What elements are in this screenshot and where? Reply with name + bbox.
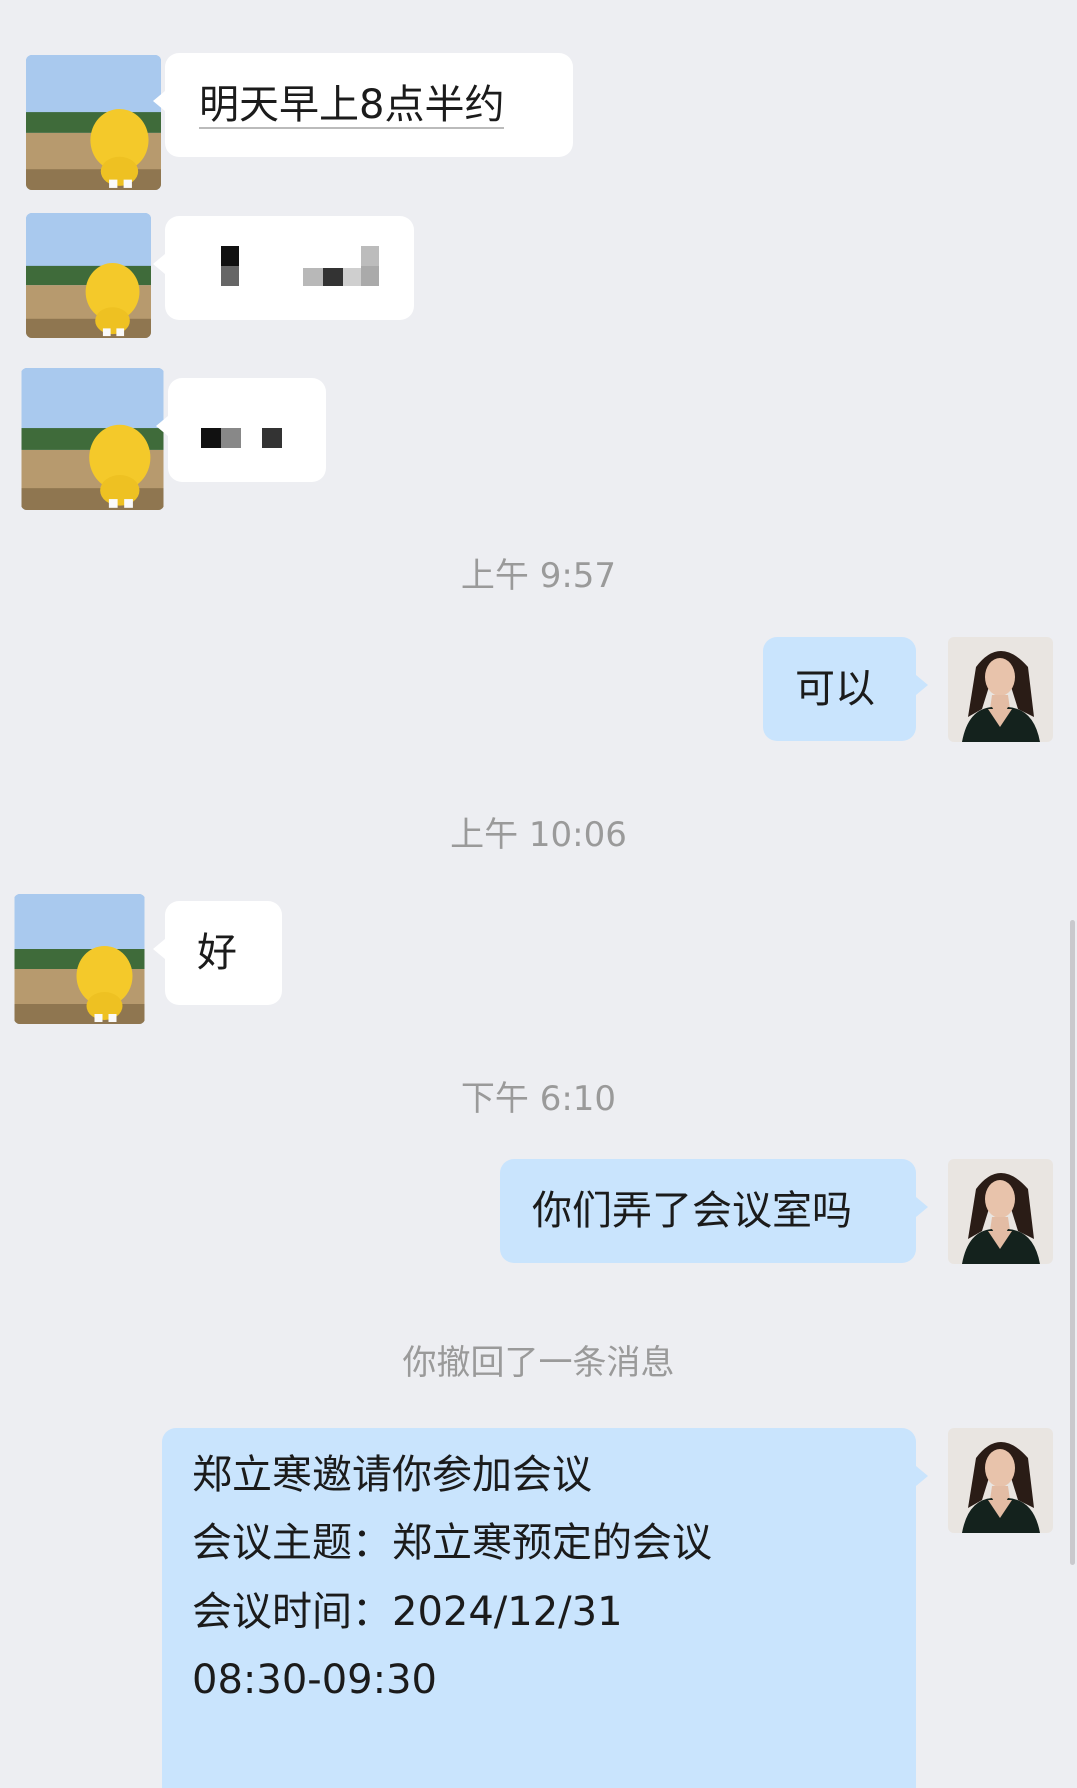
contact-avatar[interactable] — [14, 894, 145, 1024]
contact-avatar[interactable] — [26, 55, 161, 190]
woman-portrait-icon — [948, 1428, 1053, 1533]
self-avatar[interactable] — [948, 1428, 1053, 1533]
yellow-mascot-icon — [26, 213, 151, 338]
message-text: 好 — [197, 930, 237, 976]
invite-time-range: 08:30-09:30 — [192, 1657, 437, 1703]
incoming-message-bubble[interactable]: 好 — [153, 901, 282, 1005]
outgoing-message-bubble[interactable]: 你们弄了会议室吗 — [500, 1159, 928, 1263]
message-text: 可以 — [795, 666, 875, 712]
incoming-message-bubble[interactable] — [153, 216, 414, 320]
invite-time: 会议时间：2024/12/31 — [192, 1589, 623, 1635]
yellow-mascot-icon — [26, 55, 161, 190]
incoming-message-bubble[interactable] — [156, 378, 326, 482]
pixelated-content — [201, 428, 282, 448]
self-avatar[interactable] — [948, 637, 1053, 742]
incoming-message-bubble[interactable]: 明天早上8点半约 — [153, 53, 573, 157]
yellow-mascot-icon — [14, 894, 145, 1024]
pixelated-content — [221, 246, 379, 286]
message-text: 你们弄了会议室吗 — [532, 1188, 852, 1234]
invite-topic: 会议主题：郑立寒预定的会议 — [192, 1520, 712, 1566]
yellow-mascot-icon — [21, 368, 164, 510]
message-text: 明天早上8点半约 — [199, 82, 505, 129]
contact-avatar[interactable] — [26, 213, 151, 338]
contact-avatar[interactable] — [21, 368, 164, 510]
woman-portrait-icon — [948, 1159, 1053, 1264]
outgoing-message-bubble[interactable]: 可以 — [763, 637, 928, 741]
invite-title: 郑立寒邀请你参加会议 — [192, 1452, 592, 1498]
timestamp: 下午 6:10 — [460, 1079, 617, 1119]
scrollbar[interactable] — [1070, 920, 1075, 1565]
woman-portrait-icon — [948, 637, 1053, 742]
meeting-invite-bubble[interactable]: 郑立寒邀请你参加会议 会议主题：郑立寒预定的会议 会议时间：2024/12/31… — [162, 1428, 928, 1788]
self-avatar[interactable] — [948, 1159, 1053, 1264]
timestamp: 上午 10:06 — [450, 815, 627, 855]
recall-notice: 你撤回了一条消息 — [402, 1343, 675, 1383]
timestamp: 上午 9:57 — [460, 556, 617, 596]
